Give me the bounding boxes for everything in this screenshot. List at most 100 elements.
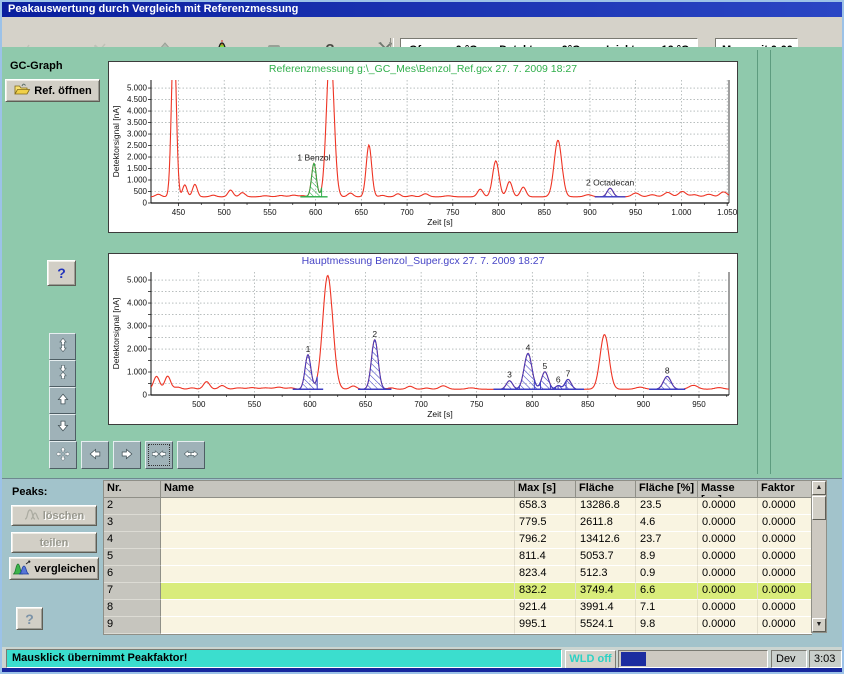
table-cell[interactable]: 796.2	[515, 532, 576, 549]
table-cell[interactable]: 0.0000	[698, 600, 758, 617]
svg-text:4: 4	[526, 342, 531, 352]
pan-left-button[interactable]	[81, 441, 109, 469]
table-cell[interactable]: 811.4	[515, 549, 576, 566]
table-row[interactable]: 6823.4512.30.90.00000.0000	[104, 566, 812, 583]
table-cell[interactable]: 23.7	[636, 532, 698, 549]
table-cell[interactable]: 2611.8	[576, 515, 636, 532]
row-number-cell[interactable]: 2	[104, 498, 161, 515]
svg-text:1.000: 1.000	[127, 368, 148, 377]
table-cell[interactable]: 0.0000	[758, 617, 812, 634]
table-cell[interactable]: 0.0000	[758, 532, 812, 549]
compress-y-button[interactable]	[49, 360, 76, 387]
table-cell[interactable]: 0.0000	[758, 583, 812, 600]
table-cell[interactable]: 7.1	[636, 600, 698, 617]
table-cell[interactable]: 5053.7	[576, 549, 636, 566]
expand-x-button[interactable]	[177, 441, 205, 469]
table-cell[interactable]	[161, 532, 515, 549]
table-cell[interactable]: 0.0000	[758, 600, 812, 617]
main-chromatogram[interactable]: 50055060065070075080085090095001.0002.00…	[109, 267, 737, 419]
column-header[interactable]: Name	[161, 481, 515, 498]
open-reference-button[interactable]: Ref. öffnen	[5, 79, 100, 102]
table-cell[interactable]: 13286.8	[576, 498, 636, 515]
table-row[interactable]: 8921.43991.47.10.00000.0000	[104, 600, 812, 617]
table-cell[interactable]: 9.8	[636, 617, 698, 634]
scroll-down-button[interactable]: ▼	[812, 618, 826, 632]
table-cell[interactable]	[161, 617, 515, 634]
table-scrollbar[interactable]: ▲ ▼	[811, 480, 827, 633]
svg-text:600: 600	[309, 208, 323, 217]
column-header[interactable]: Fläche	[576, 481, 636, 498]
table-cell[interactable]: 5524.1	[576, 617, 636, 634]
table-cell[interactable]: 3991.4	[576, 600, 636, 617]
column-header[interactable]: Faktor	[758, 481, 812, 498]
table-cell[interactable]	[161, 515, 515, 532]
table-cell[interactable]: 779.5	[515, 515, 576, 532]
table-cell[interactable]: 0.0000	[758, 549, 812, 566]
table-row[interactable]: 2658.313286.823.50.00000.0000	[104, 498, 812, 515]
table-row[interactable]: 5811.45053.78.90.00000.0000	[104, 549, 812, 566]
table-cell[interactable]: 8.9	[636, 549, 698, 566]
table-row[interactable]: 9995.15524.19.80.00000.0000	[104, 617, 812, 634]
table-cell[interactable]	[161, 498, 515, 515]
table-cell[interactable]: 13412.6	[576, 532, 636, 549]
svg-text:950: 950	[692, 400, 706, 409]
graph-help-button[interactable]: ?	[47, 260, 76, 286]
compress-x-button[interactable]	[145, 441, 173, 469]
column-header[interactable]: Max [s]	[515, 481, 576, 498]
row-number-cell[interactable]: 6	[104, 566, 161, 583]
pan-up-button[interactable]	[49, 387, 76, 414]
table-cell[interactable]: 512.3	[576, 566, 636, 583]
column-header[interactable]: Masse [ng]	[698, 481, 758, 498]
peaks-help-button[interactable]: ?	[16, 607, 43, 630]
table-cell[interactable]: 3749.4	[576, 583, 636, 600]
table-row[interactable]: 4796.213412.623.70.00000.0000	[104, 532, 812, 549]
table-cell[interactable]: 0.0000	[698, 583, 758, 600]
splitter-groove[interactable]	[757, 50, 771, 474]
svg-text:1.050: 1.050	[717, 208, 737, 217]
table-cell[interactable]: 23.5	[636, 498, 698, 515]
table-cell[interactable]: 4.6	[636, 515, 698, 532]
compare-button[interactable]: vergleichen	[9, 557, 99, 580]
table-cell[interactable]: 0.9	[636, 566, 698, 583]
table-cell[interactable]	[161, 600, 515, 617]
table-cell[interactable]: 658.3	[515, 498, 576, 515]
row-number-cell[interactable]: 4	[104, 532, 161, 549]
svg-text:900: 900	[637, 400, 651, 409]
scrollbar-thumb[interactable]	[812, 496, 826, 520]
table-cell[interactable]: 0.0000	[698, 498, 758, 515]
pan-down-button[interactable]	[49, 414, 76, 441]
table-cell[interactable]: 823.4	[515, 566, 576, 583]
table-cell[interactable]: 0.0000	[698, 566, 758, 583]
table-cell[interactable]: 0.0000	[698, 515, 758, 532]
pan-all-button[interactable]	[49, 441, 77, 469]
table-cell[interactable]: 0.0000	[758, 515, 812, 532]
expand-y-button[interactable]	[49, 333, 76, 360]
row-number-cell[interactable]: 7	[104, 583, 161, 600]
column-header[interactable]: Nr.	[104, 481, 161, 498]
table-row[interactable]: 7832.23749.46.60.00000.0000	[104, 583, 812, 600]
table-cell[interactable]: 0.0000	[698, 532, 758, 549]
row-number-cell[interactable]: 9	[104, 617, 161, 634]
reference-chromatogram[interactable]: 4505005506006507007508008509009501.0001.…	[109, 75, 737, 227]
peaks-table-header: Nr.NameMax [s]FlächeFläche [%]Masse [ng]…	[104, 481, 812, 498]
table-cell[interactable]	[161, 583, 515, 600]
table-cell[interactable]: 921.4	[515, 600, 576, 617]
table-cell[interactable]: 832.2	[515, 583, 576, 600]
table-cell[interactable]	[161, 566, 515, 583]
row-number-cell[interactable]: 5	[104, 549, 161, 566]
table-row[interactable]: 3779.52611.84.60.00000.0000	[104, 515, 812, 532]
pan-right-button[interactable]	[113, 441, 141, 469]
table-cell[interactable]: 6.6	[636, 583, 698, 600]
table-cell[interactable]: 0.0000	[698, 549, 758, 566]
table-cell[interactable]: 0.0000	[758, 498, 812, 515]
row-number-cell[interactable]: 8	[104, 600, 161, 617]
table-cell[interactable]: 995.1	[515, 617, 576, 634]
row-number-cell[interactable]: 3	[104, 515, 161, 532]
svg-text:4.000: 4.000	[127, 107, 148, 116]
svg-text:800: 800	[526, 400, 540, 409]
table-cell[interactable]: 0.0000	[698, 617, 758, 634]
scroll-up-button[interactable]: ▲	[812, 481, 826, 495]
column-header[interactable]: Fläche [%]	[636, 481, 698, 498]
table-cell[interactable]	[161, 549, 515, 566]
table-cell[interactable]: 0.0000	[758, 566, 812, 583]
